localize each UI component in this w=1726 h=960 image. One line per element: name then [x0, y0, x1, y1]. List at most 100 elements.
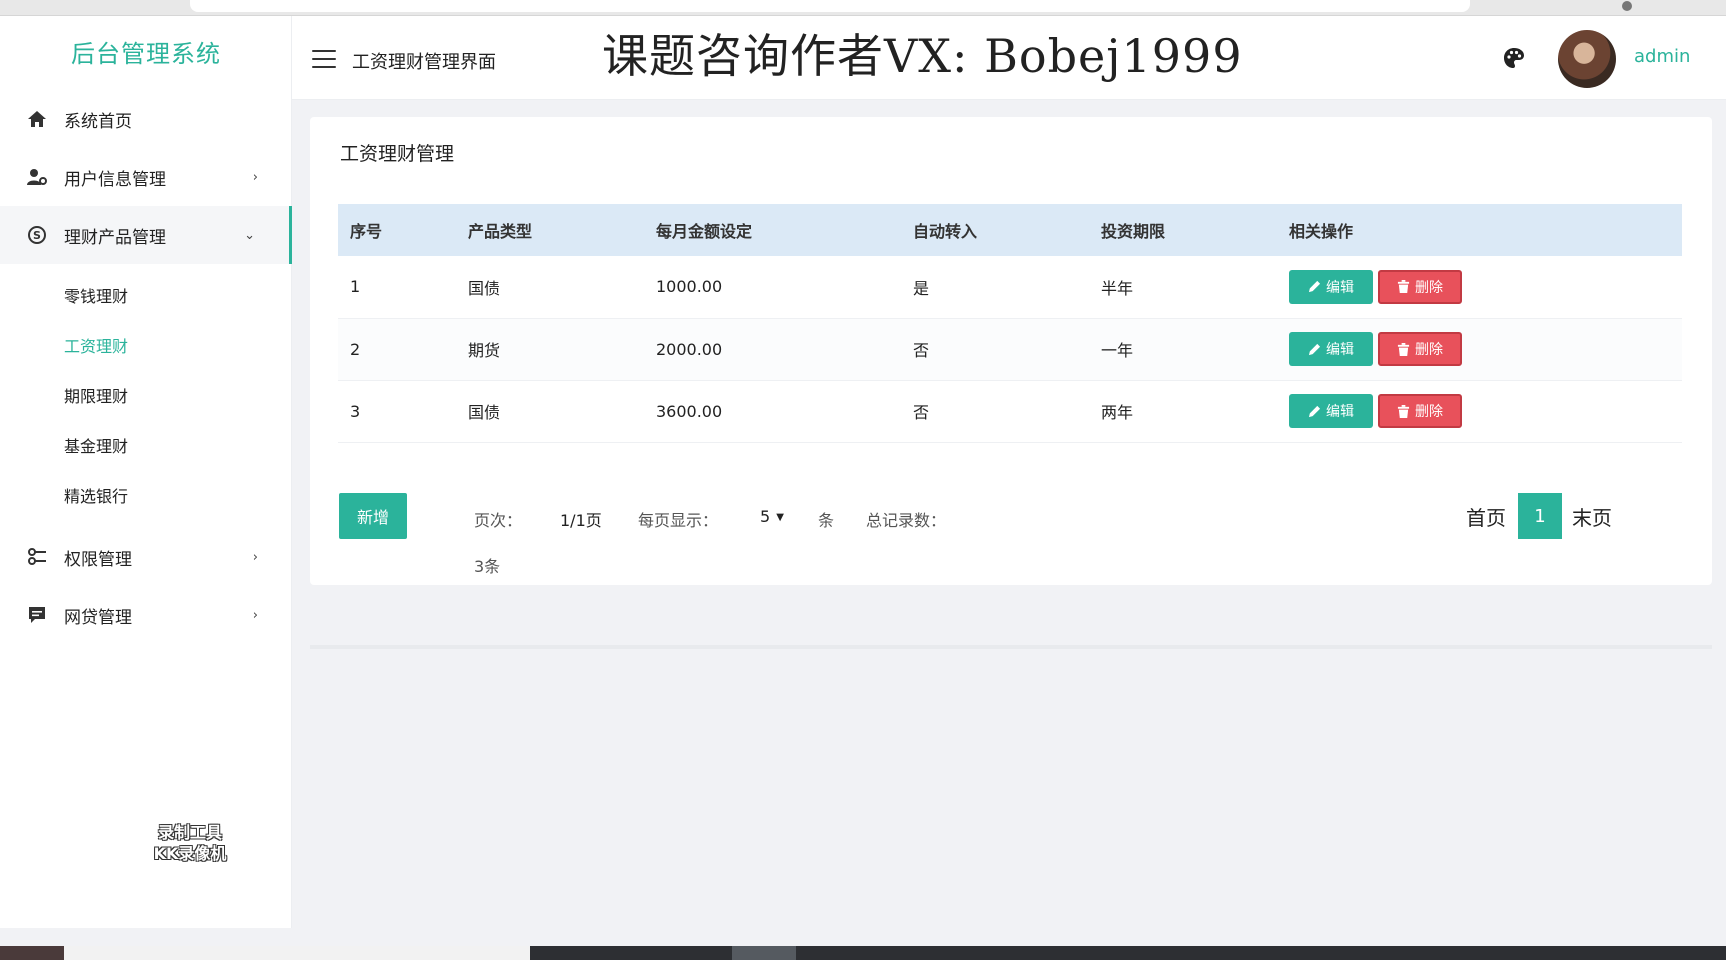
username[interactable]: admin	[1634, 46, 1690, 67]
sidebar-item-finance-products[interactable]: S 理财产品管理 ⌄	[0, 206, 292, 264]
main-card: 工资理财管理 序号 产品类型 每月金额设定 自动转入 投资期限 相关操作 1 国…	[310, 117, 1712, 585]
sidebar-item-online-loans[interactable]: 网贷管理 ›	[0, 586, 292, 644]
menu-toggle-icon[interactable]	[312, 50, 336, 68]
top-header: 工资理财管理界面 课题咨询作者VX: Bobej1999 admin	[292, 16, 1726, 100]
pager-total-label: 总记录数：	[866, 511, 947, 530]
delete-button-label: 删除	[1415, 278, 1443, 295]
cell-term: 两年	[1101, 403, 1134, 422]
sidebar-item-permissions[interactable]: 权限管理 ›	[0, 528, 292, 586]
submenu-item-change-finance[interactable]: 零钱理财	[0, 270, 292, 320]
delete-button[interactable]: 删除	[1378, 394, 1462, 428]
cell-actions: 编辑 删除	[1277, 380, 1682, 442]
column-header-amount: 每月金额设定	[656, 222, 753, 241]
edit-button[interactable]: 编辑	[1289, 332, 1373, 366]
watermark-text: 课题咨询作者VX: Bobej1999	[602, 29, 1243, 83]
delete-button[interactable]: 删除	[1378, 269, 1462, 304]
column-header-term: 投资期限	[1101, 222, 1166, 241]
sidebar-item-label: 理财产品管理	[64, 227, 166, 248]
column-header-type: 产品类型	[468, 222, 533, 241]
cell-actions: 编辑 删除	[1277, 256, 1682, 318]
browser-chrome	[0, 0, 1726, 16]
brand-title: 后台管理系统	[71, 40, 221, 68]
cell-type: 国债	[468, 403, 501, 422]
add-button[interactable]: 新增	[339, 493, 407, 539]
sidebar-item-home[interactable]: 系统首页	[0, 90, 292, 148]
pencil-icon	[1308, 343, 1321, 355]
submenu-item-featured-bank[interactable]: 精选银行	[0, 470, 292, 520]
cell-actions: 编辑 删除	[1277, 318, 1682, 380]
recorder-watermark: 录制工具 KK录像机	[140, 822, 240, 864]
page-size-value: 5	[760, 507, 771, 526]
table-row: 3 国债 3600.00 否 两年 编辑 删除	[338, 380, 1682, 442]
chevron-right-icon: ›	[252, 607, 258, 623]
salary-finance-table: 序号 产品类型 每月金额设定 自动转入 投资期限 相关操作 1 国债 1000.…	[338, 204, 1682, 443]
caret-down-icon: ▼	[776, 512, 784, 523]
edit-button[interactable]: 编辑	[1289, 394, 1373, 428]
page-size-select[interactable]: 5 ▼	[760, 507, 784, 526]
table-row: 2 期货 2000.00 否 一年 编辑 删除	[338, 318, 1682, 380]
chevron-right-icon: ›	[252, 169, 258, 185]
cell-auto: 否	[913, 403, 930, 422]
skype-icon: S	[26, 224, 48, 246]
table-header-row: 序号 产品类型 每月金额设定 自动转入 投资期限 相关操作	[338, 204, 1682, 256]
submenu-item-term-finance[interactable]: 期限理财	[0, 370, 292, 420]
sidebar-item-label: 权限管理	[64, 549, 132, 570]
sidebar-item-label: 用户信息管理	[64, 169, 166, 190]
trash-icon	[1397, 404, 1410, 418]
avatar[interactable]	[1558, 30, 1616, 88]
cell-term: 一年	[1101, 341, 1134, 360]
pencil-icon	[1308, 281, 1321, 293]
first-page-link[interactable]: 首页	[1462, 493, 1510, 539]
card-title: 工资理财管理	[340, 143, 455, 165]
submenu-item-salary-finance[interactable]: 工资理财	[0, 320, 292, 370]
sidebar-item-label: 系统首页	[64, 111, 132, 132]
column-header-index: 序号	[350, 222, 383, 241]
address-bar[interactable]	[190, 0, 1470, 12]
recorder-line-1: 录制工具	[157, 823, 222, 842]
taskbar-app[interactable]	[732, 946, 796, 960]
delete-button-label: 删除	[1415, 403, 1443, 419]
pager-per-page-unit: 条	[818, 511, 835, 530]
edit-button[interactable]: 编辑	[1289, 269, 1373, 304]
cell-type: 期货	[468, 341, 501, 360]
delete-button[interactable]: 删除	[1378, 332, 1462, 366]
trash-icon	[1397, 280, 1410, 294]
column-header-actions: 相关操作	[1289, 222, 1354, 241]
cell-amount: 3600.00	[656, 401, 723, 421]
profile-icon[interactable]	[1622, 1, 1632, 11]
message-icon	[26, 604, 48, 626]
trash-icon	[1397, 342, 1410, 356]
delete-button-label: 删除	[1415, 341, 1443, 357]
pager-page-label: 页次：	[474, 511, 523, 530]
edit-button-label: 编辑	[1326, 341, 1354, 357]
sidebar-item-user-info[interactable]: 用户信息管理 ›	[0, 148, 292, 206]
cell-amount: 2000.00	[656, 339, 723, 359]
submenu-item-fund-finance[interactable]: 基金理财	[0, 420, 292, 470]
cell-index: 1	[350, 277, 361, 297]
pencil-icon	[1308, 405, 1321, 417]
chevron-right-icon: ›	[252, 549, 258, 565]
cell-index: 3	[350, 401, 361, 421]
sidebar: 后台管理系统 系统首页 用户信息管理 › S 理财产品管理 ⌄ 零钱理财 工资理…	[0, 16, 292, 928]
taskbar-app[interactable]	[0, 946, 64, 960]
pager-per-page-label: 每页显示：	[638, 511, 719, 530]
cell-auto: 是	[913, 278, 930, 298]
pager-page-value: 1/1页	[560, 511, 602, 530]
palette-icon[interactable]	[1502, 46, 1526, 70]
recorder-line-2: KK录像机	[153, 844, 227, 863]
page-number-current[interactable]: 1	[1518, 493, 1562, 539]
key-icon	[26, 546, 48, 568]
cell-auto: 否	[913, 341, 930, 360]
home-icon	[26, 108, 48, 130]
column-header-auto: 自动转入	[913, 222, 978, 241]
table-row: 1 国债 1000.00 是 半年 编辑 删除	[338, 256, 1682, 318]
finance-submenu: 零钱理财 工资理财 期限理财 基金理财 精选银行	[0, 264, 292, 528]
page-title: 工资理财管理界面	[352, 52, 496, 73]
cell-index: 2	[350, 339, 361, 359]
edit-button-label: 编辑	[1326, 403, 1354, 419]
taskbar-search[interactable]	[64, 946, 530, 960]
divider	[310, 645, 1712, 649]
svg-text:S: S	[33, 229, 41, 242]
last-page-link[interactable]: 末页	[1568, 493, 1616, 539]
cell-amount: 1000.00	[656, 277, 723, 297]
